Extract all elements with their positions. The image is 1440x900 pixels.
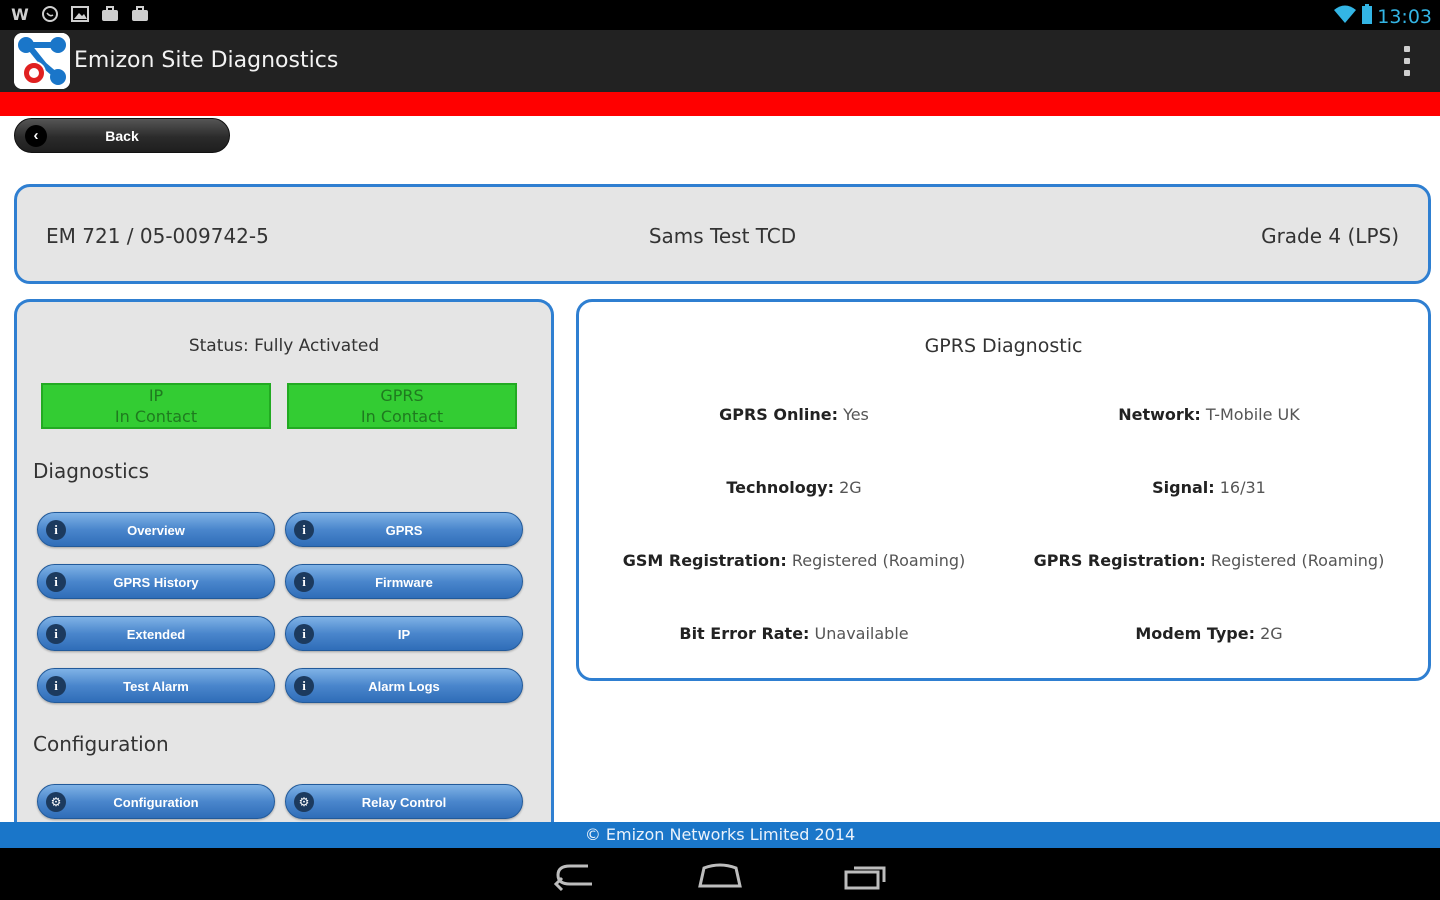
activation-status: Status: Fully Activated [188, 336, 380, 356]
gprs-indicator: GPRS In Contact [287, 383, 517, 429]
copyright-footer: © Emizon Networks Limited 2014 [0, 822, 1440, 848]
recent-apps-nav-icon[interactable] [836, 858, 896, 892]
ip-indicator-name: IP [148, 386, 164, 405]
app-title: Emizon Site Diagnostics [74, 48, 339, 73]
firmware-button-label: Firmware [375, 575, 433, 590]
field-label: Bit Error Rate: [679, 624, 810, 643]
gprs-button[interactable]: i GPRS [285, 512, 523, 547]
extended-button[interactable]: i Extended [37, 616, 275, 651]
gprs-registration-field: GPRS Registration: Registered (Roaming) [1009, 551, 1409, 570]
action-bar: Emizon Site Diagnostics [0, 30, 1440, 92]
system-status: 13:03 [1333, 4, 1432, 29]
relay-control-button-label: Relay Control [361, 795, 447, 810]
modem-type-field: Modem Type: 2G [1009, 624, 1409, 643]
brand-accent-bar [0, 92, 1440, 116]
gprs-diagnostic-panel: GPRS Diagnostic GPRS Online: Yes Network… [576, 299, 1431, 681]
notification-icons: W [10, 4, 150, 24]
app-logo-icon[interactable] [14, 33, 70, 89]
field-value: 16/31 [1219, 478, 1266, 497]
field-value: Registered (Roaming) [1210, 551, 1385, 570]
gprs-history-button[interactable]: i GPRS History [37, 564, 275, 599]
grade-label: Grade 4 (LPS) [1261, 224, 1399, 248]
technology-field: Technology: 2G [594, 478, 994, 497]
gprs-history-button-label: GPRS History [113, 575, 199, 590]
field-label: GPRS Online: [719, 405, 838, 424]
gsm-registration-field: GSM Registration: Registered (Roaming) [594, 551, 994, 570]
gprs-indicator-name: GPRS [380, 386, 424, 405]
w-notification-icon: W [11, 4, 29, 24]
configuration-title: Configuration [33, 732, 169, 756]
briefcase-icon [130, 5, 150, 23]
field-value: Unavailable [814, 624, 909, 643]
bit-error-rate-field: Bit Error Rate: Unavailable [594, 624, 994, 643]
field-value: Registered (Roaming) [791, 551, 966, 570]
home-nav-icon[interactable] [690, 858, 750, 892]
overview-button-label: Overview [127, 523, 185, 538]
status-bar: W 13:03 [0, 0, 1440, 30]
wifi-icon [1333, 4, 1357, 29]
field-label: GSM Registration: [622, 551, 787, 570]
field-value: T-Mobile UK [1205, 405, 1300, 424]
site-header-panel: EM 721 / 05-009742-5 Sams Test TCD Grade… [14, 184, 1431, 284]
screen: W 13:03 Emizon Site Diagnostics ‹ Back E… [0, 0, 1440, 900]
field-label: Technology: [726, 478, 834, 497]
extended-button-label: Extended [126, 627, 186, 642]
diagnostics-panel: Status: Fully Activated IP In Contact GP… [14, 299, 554, 859]
signal-field: Signal: 16/31 [1009, 478, 1409, 497]
back-nav-icon[interactable] [546, 858, 606, 892]
relay-control-button[interactable]: ⚙ Relay Control [285, 784, 523, 819]
site-name: Sams Test TCD [648, 224, 797, 248]
ip-button[interactable]: i IP [285, 616, 523, 651]
whatsapp-icon [40, 5, 60, 23]
configuration-button-label: Configuration [113, 795, 199, 810]
field-value: 2G [839, 478, 862, 497]
ip-indicator-state: In Contact [114, 407, 198, 426]
gprs-diagnostic-title: GPRS Diagnostic [924, 335, 1083, 357]
test-alarm-button-label: Test Alarm [123, 679, 189, 694]
network-field: Network: T-Mobile UK [1009, 405, 1409, 424]
gprs-online-field: GPRS Online: Yes [594, 405, 994, 424]
field-label: Signal: [1152, 478, 1215, 497]
battery-icon [1361, 4, 1373, 29]
field-label: GPRS Registration: [1033, 551, 1206, 570]
test-alarm-button[interactable]: i Test Alarm [37, 668, 275, 703]
gprs-indicator-state: In Contact [360, 407, 444, 426]
navigation-bar [0, 848, 1440, 900]
ip-indicator: IP In Contact [41, 383, 271, 429]
ip-button-label: IP [397, 627, 411, 642]
field-label: Network: [1118, 405, 1201, 424]
firmware-button[interactable]: i Firmware [285, 564, 523, 599]
field-value: Yes [843, 405, 869, 424]
alarm-logs-button-label: Alarm Logs [368, 679, 440, 694]
field-label: Modem Type: [1135, 624, 1255, 643]
configuration-button[interactable]: ⚙ Configuration [37, 784, 275, 819]
gprs-button-label: GPRS [385, 523, 423, 538]
overview-button[interactable]: i Overview [37, 512, 275, 547]
diagnostics-title: Diagnostics [33, 459, 150, 483]
briefcase-icon [100, 5, 120, 23]
overflow-menu-icon[interactable] [1404, 46, 1412, 76]
clock: 13:03 [1377, 5, 1432, 28]
back-button-label: Back [105, 128, 139, 144]
alarm-logs-button[interactable]: i Alarm Logs [285, 668, 523, 703]
back-button[interactable]: ‹ Back [14, 118, 230, 153]
field-value: 2G [1260, 624, 1283, 643]
image-icon [70, 5, 90, 23]
